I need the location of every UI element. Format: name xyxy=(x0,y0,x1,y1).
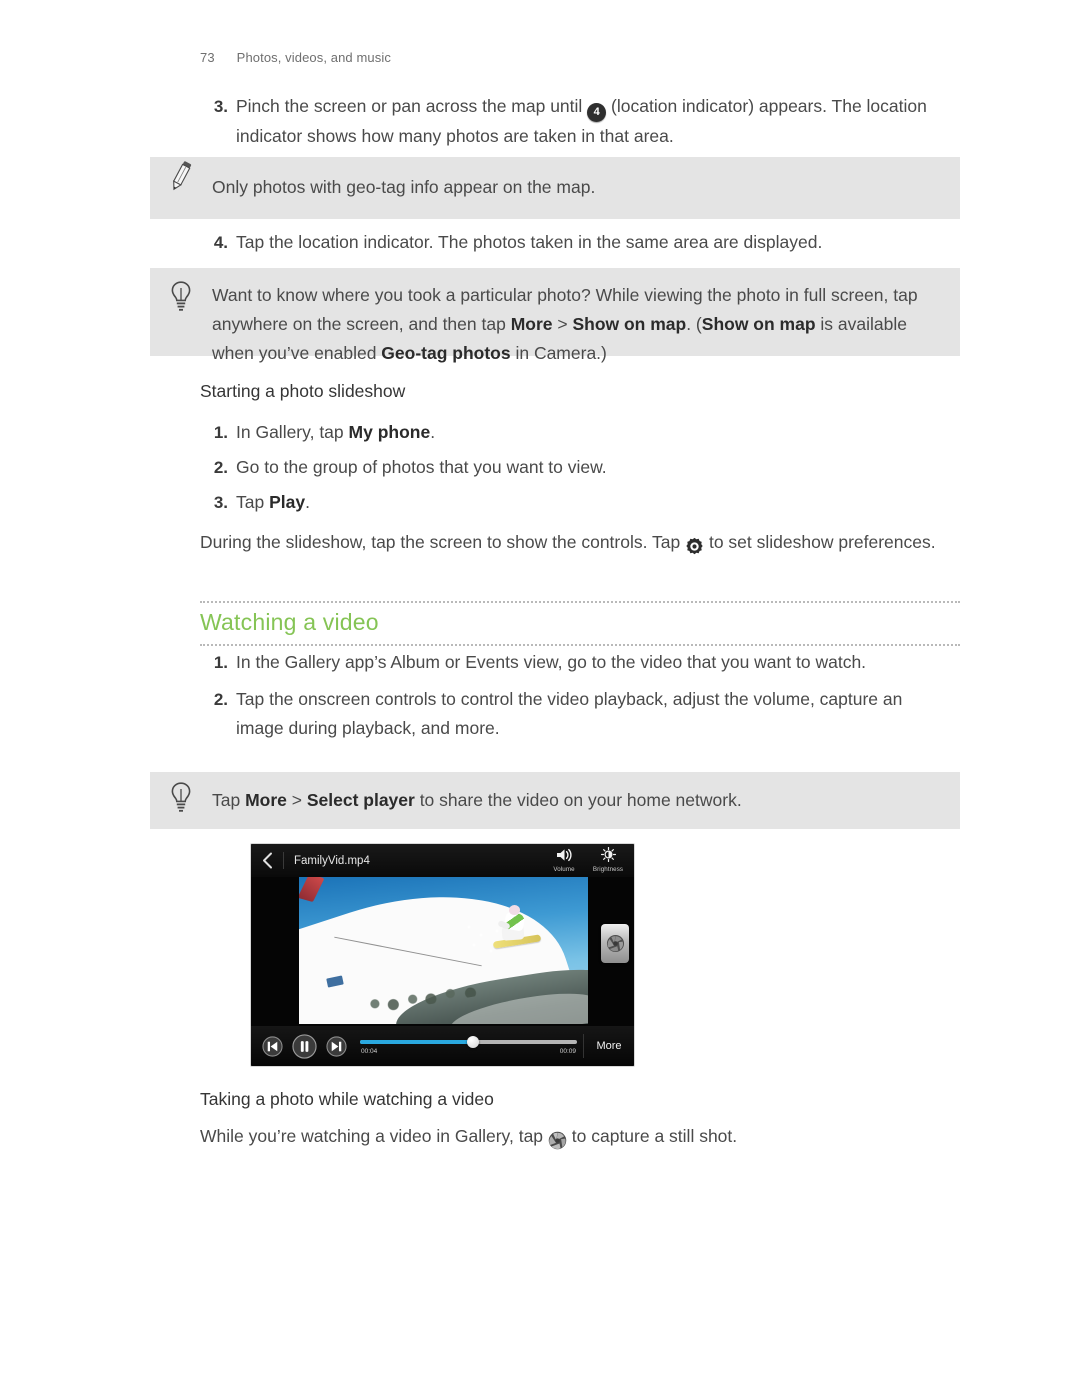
progress-knob[interactable] xyxy=(466,1036,479,1048)
location-count-badge: 4 xyxy=(587,103,607,122)
list-item: 4. Tap the location indicator. The photo… xyxy=(200,228,960,257)
brightness-label: Brightness xyxy=(592,866,624,873)
rider-helmet xyxy=(509,905,520,915)
lightbulb-icon xyxy=(150,772,212,815)
subheading-starting-slideshow: Starting a photo slideshow xyxy=(200,381,406,401)
previous-track-button[interactable] xyxy=(256,1030,288,1062)
slideshow-steps-list: 1. In Gallery, tap My phone. 2. Go to th… xyxy=(200,418,960,523)
chapter-title: Photos, videos, and music xyxy=(236,50,391,65)
elapsed-time: 00:04 xyxy=(361,1048,378,1055)
pause-button[interactable] xyxy=(288,1030,320,1062)
total-time: 00:09 xyxy=(559,1048,576,1055)
list-number: 4. xyxy=(213,233,228,252)
list-text: Tap the location indicator. The photos t… xyxy=(236,232,823,252)
page-number: 73 xyxy=(200,50,215,65)
footnote-before: During the slideshow, tap the screen to … xyxy=(200,532,686,552)
list-item: 3. Tap Play. xyxy=(200,488,960,517)
note-text: Only photos with geo-tag info appear on … xyxy=(212,177,596,197)
list-number: 1. xyxy=(213,423,228,442)
brightness-button[interactable]: Brightness xyxy=(586,846,630,874)
next-track-button[interactable] xyxy=(320,1030,352,1062)
list-number: 3. xyxy=(213,493,228,512)
taking-photo-text: While you’re watching a video in Gallery… xyxy=(200,1122,960,1155)
map-steps-list: 3. Pinch the screen or pan across the ma… xyxy=(200,92,960,157)
video-player-screenshot: FamilyVid.mp4 Volume Brightness 00:04 00… xyxy=(250,843,635,1067)
volume-icon xyxy=(556,848,572,861)
list-number: 2. xyxy=(213,690,228,709)
pencil-icon xyxy=(150,157,212,193)
player-control-bar: 00:04 00:09 More xyxy=(251,1026,634,1066)
tip-callout-show-on-map: Want to know where you took a particular… xyxy=(150,268,960,363)
red-flag xyxy=(299,877,325,903)
list-text: Tap Play. xyxy=(236,492,310,512)
brightness-icon xyxy=(600,846,616,863)
list-item: 1. In the Gallery app’s Album or Events … xyxy=(200,648,945,677)
pause-icon xyxy=(291,1033,317,1059)
list-text: In the Gallery app’s Album or Events vie… xyxy=(236,652,867,672)
document-page: 73 Photos, videos, and music 3. Pinch the… xyxy=(0,0,1080,1397)
list-item: 2. Tap the onscreen controls to control … xyxy=(200,685,945,743)
taking-photo-before: While you’re watching a video in Gallery… xyxy=(200,1126,548,1146)
tip-text: Tap More > Select player to share the vi… xyxy=(212,790,742,810)
list-text: Tap the onscreen controls to control the… xyxy=(236,689,903,738)
progress-fill xyxy=(360,1040,473,1044)
list-text: Pinch the screen or pan across the map u… xyxy=(236,96,927,146)
snowboarder xyxy=(492,905,542,957)
player-top-bar: FamilyVid.mp4 Volume Brightness xyxy=(251,844,634,877)
list-item: 3. Pinch the screen or pan across the ma… xyxy=(200,92,960,151)
note-callout: Only photos with geo-tag info appear on … xyxy=(150,157,960,219)
gear-icon xyxy=(685,532,704,561)
more-button[interactable]: More xyxy=(583,1034,634,1058)
progress-slider[interactable]: 00:04 00:09 xyxy=(360,1031,577,1061)
volume-button[interactable]: Volume xyxy=(542,848,586,874)
tip-callout-select-player: Tap More > Select player to share the vi… xyxy=(150,772,960,829)
slideshow-footnote: During the slideshow, tap the screen to … xyxy=(200,528,960,561)
video-file-name: FamilyVid.mp4 xyxy=(294,854,370,867)
list-item: 2. Go to the group of photos that you wa… xyxy=(200,453,960,482)
subheading-taking-photo: Taking a photo while watching a video xyxy=(200,1089,494,1109)
tip-text: Want to know where you took a particular… xyxy=(212,285,918,363)
list-number: 1. xyxy=(213,653,228,672)
video-frame xyxy=(299,877,588,1024)
taking-photo-after: to capture a still shot. xyxy=(566,1126,738,1146)
divider xyxy=(283,852,284,869)
section-title: Watching a video xyxy=(200,609,379,635)
previous-track-icon xyxy=(261,1035,283,1057)
running-header: 73 Photos, videos, and music xyxy=(200,50,391,65)
list-text: In Gallery, tap My phone. xyxy=(236,422,436,442)
list-number: 3. xyxy=(213,97,228,116)
video-viewport[interactable] xyxy=(251,877,634,1028)
volume-label: Volume xyxy=(553,865,575,873)
camera-shutter-icon xyxy=(548,1126,567,1155)
list-item: 1. In Gallery, tap My phone. xyxy=(200,418,960,447)
list-number: 2. xyxy=(213,458,228,477)
footnote-after: to set slideshow preferences. xyxy=(704,532,936,552)
rule-bottom xyxy=(200,644,960,646)
list-text: Go to the group of photos that you want … xyxy=(236,457,607,477)
camera-shutter-button[interactable] xyxy=(601,924,629,963)
lightbulb-icon xyxy=(150,268,212,314)
camera-shutter-icon xyxy=(606,934,624,953)
map-steps-list-continued: 4. Tap the location indicator. The photo… xyxy=(200,228,960,263)
next-track-icon xyxy=(325,1035,347,1057)
back-chevron-icon[interactable] xyxy=(251,852,283,869)
watching-steps-list: 1. In the Gallery app’s Album or Events … xyxy=(200,648,945,749)
section-watching-a-video: Watching a video xyxy=(200,601,960,646)
